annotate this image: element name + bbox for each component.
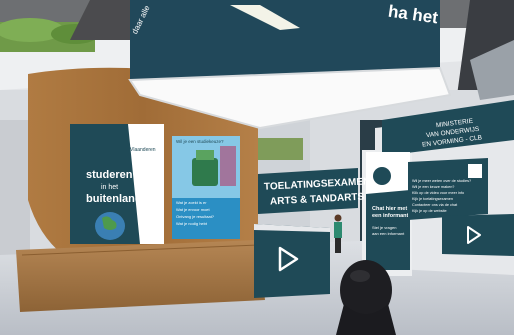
info-board-line-3: Klik op de video voor meer info <box>412 191 465 195</box>
poster-studeren-title-2: in het <box>101 184 119 191</box>
info-board-line-1: Wil je meer weten over de studies? <box>412 179 472 183</box>
poster-info-header: Wil je een studiekeuze? <box>176 139 224 144</box>
poster-info-bullet-3: Ontvang je resultaat? <box>176 214 215 219</box>
chat-sub-1: Stel je vragen <box>372 225 397 230</box>
chat-title-2: een informant <box>372 213 409 219</box>
poster-studeren-org: Vlaanderen <box>130 147 156 153</box>
logo-icon <box>468 164 482 178</box>
play-icon[interactable] <box>277 246 299 272</box>
avatar-person-small[interactable] <box>332 214 344 254</box>
play-icon[interactable] <box>466 226 482 244</box>
backpack-icon <box>192 158 218 186</box>
info-board-line-5: Contacteer ons via de chat <box>412 203 458 207</box>
virtual-booth-scene: ha het daar alle Vlaanderen studeren in … <box>0 0 514 335</box>
poster-info-bullet-4: Wat je nodig hebt <box>176 221 207 226</box>
logo-icon <box>373 167 391 185</box>
info-board-line-2: Wil je een keuze maken? <box>412 185 455 189</box>
chat-title-1: Chat hier met <box>372 206 408 212</box>
info-board-line-4: Kijk je toelatingsexamen <box>412 197 453 201</box>
avatar-player <box>336 260 396 335</box>
poster-studeren-title-3: buitenland <box>86 193 142 205</box>
poster-info-bullet-2: Wat je ervoor moet <box>176 207 210 212</box>
poster-info-bullet-1: Wat je zoekt is er <box>176 200 207 205</box>
chat-sub-2: aan een informant <box>372 231 405 236</box>
poster-studeren-title-1: studeren <box>86 169 133 181</box>
